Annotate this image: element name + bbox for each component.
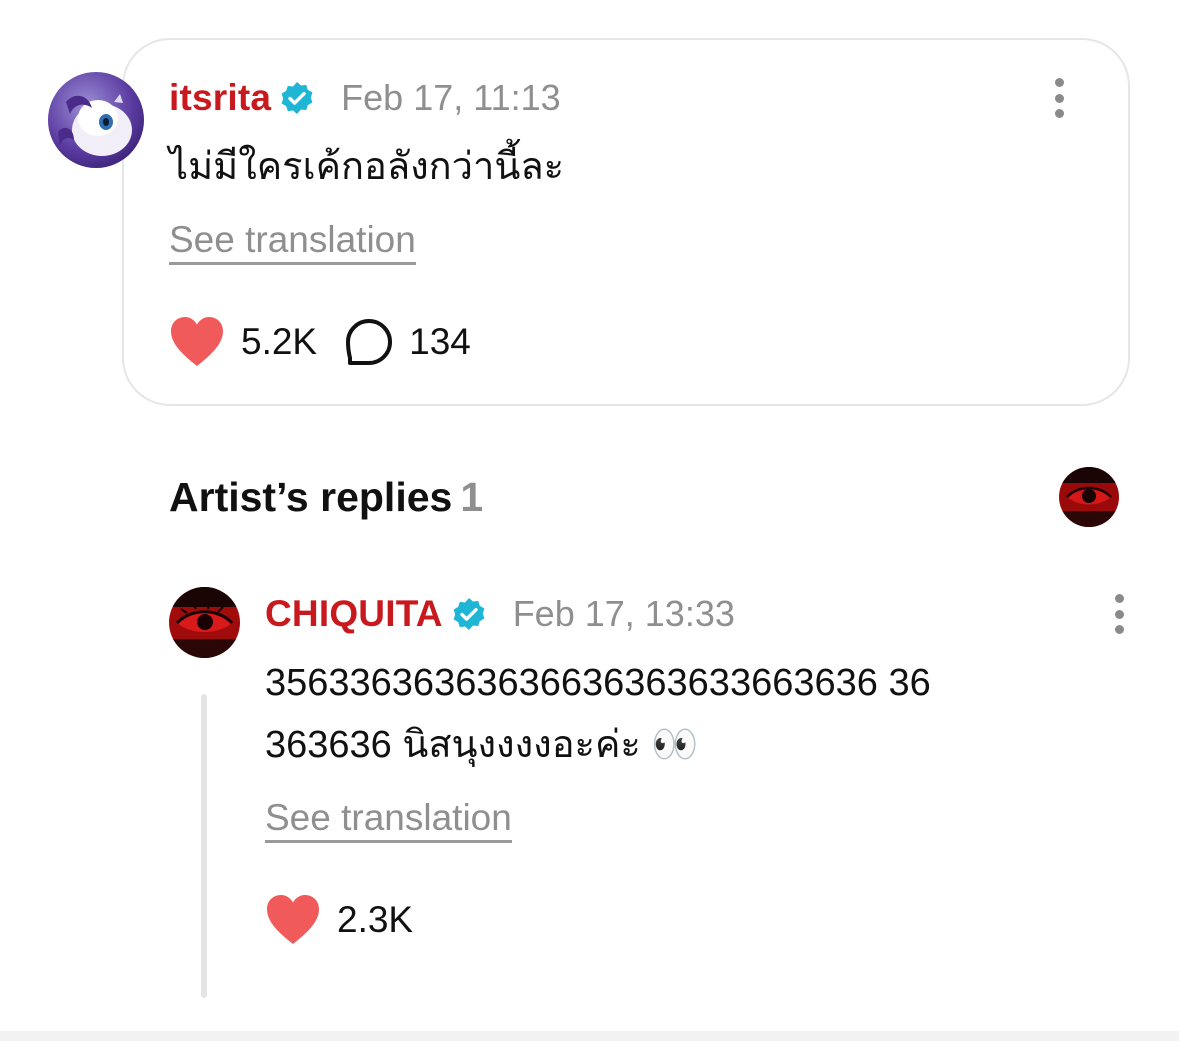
avatar[interactable] (169, 587, 240, 658)
thread-line (201, 694, 207, 998)
more-options-icon[interactable] (1109, 594, 1129, 634)
like-count: 5.2K (241, 321, 318, 362)
artist-avatar-small[interactable] (1059, 467, 1119, 527)
threads-comment-view: itsrita Feb 17, 11:13 ไม่มีใครเค้กอลังกว… (0, 0, 1179, 1041)
verified-badge-icon (451, 596, 487, 632)
speech-bubble-icon[interactable] (345, 318, 393, 366)
more-options-icon[interactable] (1049, 78, 1069, 118)
comment-text: ไม่มีใครเค้กอลังกว่านี้ละ (169, 146, 565, 188)
comment-header: itsrita Feb 17, 11:13 (169, 76, 561, 120)
artist-replies-heading: Artist’s replies 1 (169, 474, 483, 521)
username[interactable]: itsrita (169, 77, 271, 119)
reply-actions: 2.3K (265, 892, 413, 948)
verified-badge-icon (279, 80, 315, 116)
username[interactable]: CHIQUITA (265, 593, 443, 635)
artist-avatar-image (1059, 467, 1119, 527)
artist-replies-count: 1 (460, 474, 484, 520)
reply-count: 134 (409, 321, 471, 362)
reply-text-line: 363636 นิสนุงงงงอะค่ะ 👀 (265, 724, 699, 766)
reply-text-line: 35633636363636636363633663636 36 (265, 662, 931, 704)
user-avatar-image (48, 72, 144, 168)
timestamp: Feb 17, 13:33 (512, 593, 735, 634)
heart-icon[interactable] (265, 894, 321, 946)
comment-actions: 5.2K 134 (169, 314, 471, 370)
like-count: 2.3K (337, 899, 414, 940)
see-translation-link[interactable]: See translation (265, 798, 512, 843)
avatar[interactable] (48, 72, 144, 168)
reply-text: 35633636363636636363633663636 36 363636 … (265, 652, 1145, 776)
artist-avatar-image (169, 587, 240, 658)
see-translation-link[interactable]: See translation (169, 220, 416, 265)
bottom-divider (0, 1031, 1179, 1041)
artist-replies-title: Artist’s replies (169, 474, 453, 520)
reply-header: CHIQUITA Feb 17, 13:33 (265, 592, 735, 636)
timestamp: Feb 17, 11:13 (341, 77, 561, 118)
heart-icon[interactable] (169, 316, 225, 368)
